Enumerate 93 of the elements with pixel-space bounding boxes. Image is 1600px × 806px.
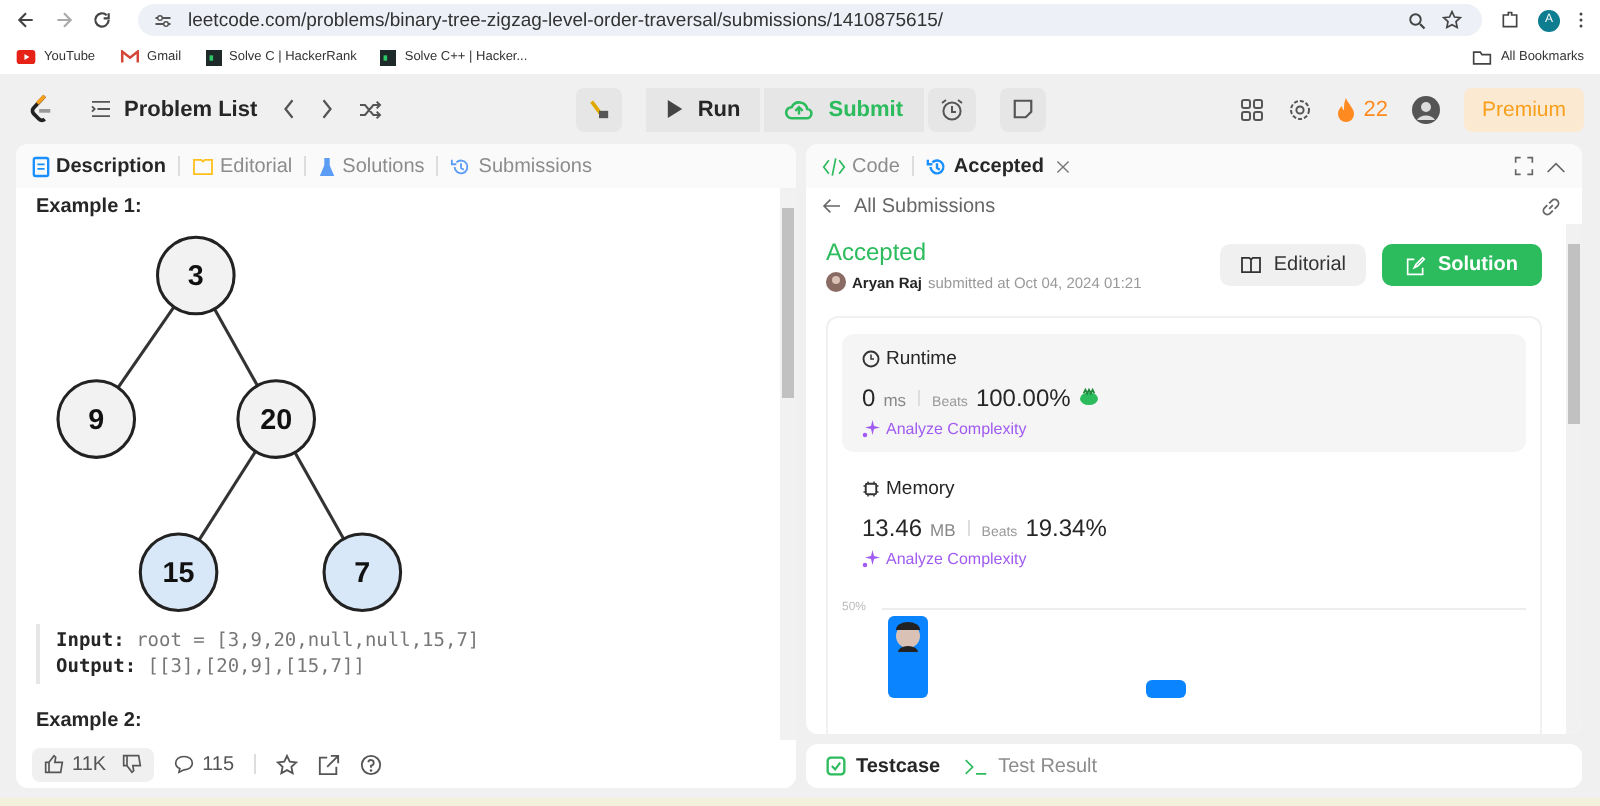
- alarm-clock-icon: [939, 97, 964, 121]
- settings-icon[interactable]: [1287, 97, 1312, 121]
- fullscreen-icon[interactable]: [1514, 156, 1534, 176]
- debug-button[interactable]: [575, 87, 622, 131]
- metric-value: 0: [862, 384, 876, 412]
- more-icon[interactable]: [1578, 10, 1584, 30]
- link-icon[interactable]: [1540, 195, 1562, 217]
- history-icon: [925, 155, 948, 177]
- zoom-icon[interactable]: [1408, 11, 1426, 29]
- tree-node: 9: [56, 379, 137, 459]
- shuffle-icon[interactable]: [357, 99, 382, 119]
- extensions-icon[interactable]: [1500, 10, 1520, 30]
- tree-edge: [197, 450, 257, 541]
- star-icon[interactable]: [276, 753, 299, 775]
- bookmark-logo-icon: [205, 49, 222, 65]
- close-icon[interactable]: [1055, 159, 1070, 173]
- site-settings-icon[interactable]: [154, 11, 172, 29]
- metric-unit: MB: [930, 520, 956, 540]
- tree-edge: [293, 451, 345, 540]
- comments-button[interactable]: 115: [174, 753, 235, 775]
- url-text: leetcode.com/problems/binary-tree-zigzag-level-order-traversal/submissions/1410875615/: [188, 9, 944, 31]
- example-heading: Example 1:: [36, 196, 144, 218]
- note-icon: [1011, 98, 1034, 120]
- history-icon: [450, 155, 473, 177]
- thumbs-up-icon: [44, 754, 64, 774]
- bookmark-logo-icon: [380, 49, 397, 65]
- tree-node: 20: [236, 379, 316, 459]
- tree-node: 3: [156, 235, 236, 316]
- example-heading: Example 2:: [36, 710, 144, 732]
- next-icon[interactable]: [319, 98, 334, 120]
- book-icon: [1239, 256, 1262, 274]
- metric-title: Runtime: [886, 348, 957, 370]
- address-bar[interactable]: leetcode.com/problems/binary-tree-zigzag-level-order-traversal/submissions/1410875615/: [138, 4, 1482, 36]
- tree-edge: [116, 306, 176, 389]
- avatar: [826, 272, 846, 292]
- beats-percent: 19.34%: [1025, 514, 1107, 542]
- flask-icon: [318, 155, 337, 177]
- analyze-complexity-link[interactable]: Analyze Complexity: [862, 420, 1506, 438]
- input-value: root = [3,9,20,null,null,15,7]: [136, 630, 480, 652]
- cloud-upload-icon: [784, 98, 815, 120]
- editorial-button[interactable]: Editorial: [1219, 244, 1366, 286]
- output-value: [[3],[20,9],[15,7]]: [147, 656, 365, 678]
- submission-status: Accepted: [826, 238, 929, 266]
- panel-tab[interactable]: Accepted: [925, 155, 1044, 177]
- back-arrow-icon: [822, 198, 842, 214]
- document-icon: [32, 155, 50, 177]
- folder-icon: [1472, 49, 1493, 65]
- tree-edge: [213, 308, 259, 387]
- flame-icon: [1335, 97, 1356, 121]
- chip-icon: [862, 480, 880, 498]
- checkbox-icon: [826, 756, 846, 776]
- play-icon: [16, 50, 36, 64]
- thumbs-down-icon[interactable]: [122, 754, 143, 774]
- metric-unit: ms: [883, 390, 907, 410]
- beats-percent: 100.00%: [975, 384, 1071, 412]
- star-icon[interactable]: [1442, 10, 1462, 30]
- collapse-icon[interactable]: [1546, 159, 1566, 173]
- terminal-icon: [964, 757, 989, 775]
- share-icon[interactable]: [318, 753, 341, 775]
- back-icon[interactable]: [16, 10, 36, 30]
- book-icon: [192, 157, 215, 175]
- notes-button[interactable]: [999, 87, 1046, 131]
- output-label: Output:: [56, 656, 137, 678]
- scrollbar[interactable]: [780, 188, 796, 740]
- previous-icon[interactable]: [281, 98, 296, 120]
- tree-node: 7: [322, 532, 403, 613]
- all-submissions-link[interactable]: All Submissions: [822, 195, 1540, 217]
- list-icon: [90, 100, 112, 118]
- leetcode-logo[interactable]: [28, 94, 54, 124]
- chart-bar[interactable]: [888, 616, 928, 698]
- problem-list-button[interactable]: Problem List: [90, 97, 258, 121]
- like-button[interactable]: 11K: [44, 753, 107, 775]
- tree-node: 15: [138, 532, 219, 613]
- reload-icon[interactable]: [92, 10, 112, 30]
- avatar[interactable]: [1411, 95, 1440, 123]
- analyze-complexity-link[interactable]: Analyze Complexity: [862, 550, 1506, 568]
- metric-value: 13.46: [862, 514, 923, 542]
- clock-icon: [862, 350, 880, 368]
- play-icon: [665, 98, 684, 120]
- panel-tab[interactable]: Description: [32, 155, 167, 177]
- timer-button[interactable]: [927, 87, 976, 131]
- sparkle-icon: [862, 420, 880, 438]
- comment-icon: [174, 754, 195, 774]
- layout-icon[interactable]: [1239, 97, 1264, 121]
- edit-icon: [1406, 255, 1426, 275]
- panel-tab[interactable]: Testcase: [826, 755, 941, 777]
- sparkle-icon: [862, 550, 880, 568]
- run-button[interactable]: Run: [645, 87, 761, 131]
- code-icon: [822, 157, 846, 175]
- mail-icon: [119, 50, 140, 64]
- input-label: Input:: [56, 630, 125, 652]
- metric-title: Memory: [886, 478, 955, 500]
- help-icon[interactable]: [360, 753, 383, 775]
